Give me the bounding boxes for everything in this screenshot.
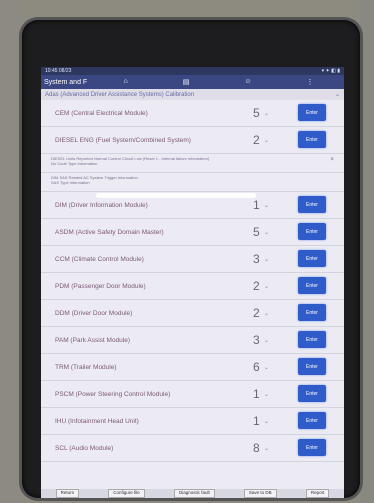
return-button[interactable]: Return — [55, 489, 80, 498]
enter-button[interactable]: Enter — [298, 412, 326, 429]
info-banner: DIM SAS Related AC System Trigger inform… — [41, 173, 344, 192]
module-count: 2 — [253, 279, 260, 293]
enter-button[interactable]: Enter — [298, 277, 326, 294]
chevron-down-icon[interactable]: ⌄ — [264, 137, 269, 144]
bottom-toolbar: Return Configure file Diagnostic fault S… — [41, 489, 344, 498]
module-label: SCL (Audio Module) — [55, 444, 114, 452]
home-icon[interactable]: ⌂ — [123, 78, 127, 86]
module-row[interactable]: PAM (Park Assist Module) 3 ⌄ Enter — [41, 327, 344, 354]
info-line: SAS Type information — [51, 180, 90, 185]
document-icon[interactable]: ▤ — [183, 78, 190, 86]
module-row[interactable]: CEM (Central Electrical Module) 5 ⌄ Ente… — [41, 100, 344, 127]
status-icons: ▾ ✦ ◧ ▮ — [321, 68, 340, 74]
status-bar: 10:45 08/23 ▾ ✦ ◧ ▮ — [41, 67, 344, 75]
module-row[interactable]: IHU (Infotainment Head Unit) 1 ⌄ Enter — [41, 408, 344, 435]
photo-background-left — [0, 0, 22, 503]
module-row[interactable]: TRM (Trailer Module) 6 ⌄ Enter — [41, 354, 344, 381]
section-header[interactable]: Adas (Advanced Driver Assistance Systems… — [41, 89, 344, 100]
module-label: DDM (Driver Door Module) — [55, 309, 133, 317]
configure-file-button[interactable]: Configure file — [108, 489, 145, 498]
chevron-down-icon[interactable]: ⌄ — [264, 310, 269, 317]
chevron-down-icon[interactable]: ⌄ — [264, 418, 269, 425]
enter-button[interactable]: Enter — [298, 331, 326, 348]
chevron-down-icon[interactable]: ⌄ — [264, 202, 269, 209]
module-row[interactable]: PDM (Passenger Door Module) 2 ⌄ Enter — [41, 273, 344, 300]
chevron-down-icon[interactable]: ⌄ — [264, 445, 269, 452]
module-count: 2 — [253, 133, 260, 147]
info-banner: DIESEL Units Reported Normal Control Cir… — [41, 154, 344, 173]
module-label: CEM (Central Electrical Module) — [55, 109, 148, 117]
person-icon[interactable]: ☺ — [244, 78, 251, 86]
screen-glare — [96, 193, 256, 198]
enter-button[interactable]: Enter — [298, 131, 326, 148]
chevron-down-icon[interactable]: ⌄ — [335, 91, 340, 98]
module-label: PAM (Park Assist Module) — [55, 336, 131, 344]
module-row[interactable]: SCL (Audio Module) 8 ⌄ Enter — [41, 435, 344, 462]
chevron-down-icon[interactable]: ⌄ — [264, 364, 269, 371]
module-count: 5 — [253, 106, 260, 120]
module-label: IHU (Infotainment Head Unit) — [55, 417, 139, 425]
module-label: PDM (Passenger Door Module) — [55, 282, 146, 290]
module-label: ASDM (Active Safety Domain Master) — [55, 228, 164, 236]
chevron-down-icon[interactable]: ⌄ — [264, 337, 269, 344]
enter-button[interactable]: Enter — [298, 250, 326, 267]
photo-background-right — [360, 0, 374, 503]
app-title: System and F — [44, 78, 88, 86]
module-row[interactable]: DIESEL ENG (Fuel System/Combined System)… — [41, 127, 344, 154]
chevron-down-icon[interactable]: ⌄ — [264, 283, 269, 290]
enter-button[interactable]: Enter — [298, 196, 326, 213]
app-bar: System and F ⌂ ▤ ☺ ⋮ — [41, 75, 344, 89]
module-count: 1 — [253, 387, 260, 401]
module-count: 5 — [253, 225, 260, 239]
module-count: 6 — [253, 360, 260, 374]
report-button[interactable]: Report — [305, 489, 330, 498]
enter-button[interactable]: Enter — [298, 223, 326, 240]
enter-button[interactable]: Enter — [298, 385, 326, 402]
chevron-down-icon[interactable]: ⌄ — [264, 391, 269, 398]
chevron-down-icon[interactable]: ⌄ — [264, 256, 269, 263]
module-label: DIESEL ENG (Fuel System/Combined System) — [55, 136, 191, 144]
module-label: CCM (Climate Control Module) — [55, 255, 144, 263]
module-label: DIM (Driver Information Module) — [55, 201, 148, 209]
module-count: 3 — [253, 333, 260, 347]
module-row[interactable]: CCM (Climate Control Module) 3 ⌄ Enter — [41, 246, 344, 273]
tablet-screen: 10:45 08/23 ▾ ✦ ◧ ▮ System and F ⌂ ▤ ☺ ⋮… — [41, 67, 344, 498]
status-time: 10:45 08/23 — [45, 68, 72, 74]
module-row[interactable]: ASDM (Active Safety Domain Master) 5 ⌄ E… — [41, 219, 344, 246]
chevron-down-icon[interactable]: ⌄ — [264, 110, 269, 117]
enter-button[interactable]: Enter — [298, 439, 326, 456]
enter-button[interactable]: Enter — [298, 304, 326, 321]
close-icon[interactable]: × — [330, 157, 334, 163]
module-count: 1 — [253, 414, 260, 428]
module-count: 3 — [253, 252, 260, 266]
module-row[interactable]: DDM (Driver Door Module) 2 ⌄ Enter — [41, 300, 344, 327]
module-count: 1 — [253, 198, 260, 212]
module-label: PSCM (Power Steering Control Module) — [55, 390, 171, 398]
chevron-down-icon[interactable]: ⌄ — [264, 229, 269, 236]
module-count: 8 — [253, 441, 260, 455]
diagnostic-fault-button[interactable]: Diagnostic fault — [173, 489, 215, 498]
menu-icon[interactable]: ⋮ — [306, 78, 313, 86]
enter-button[interactable]: Enter — [298, 104, 326, 121]
module-row[interactable]: PSCM (Power Steering Control Module) 1 ⌄… — [41, 381, 344, 408]
module-count: 2 — [253, 306, 260, 320]
module-label: TRM (Trailer Module) — [55, 363, 117, 371]
info-line: No Code Type information — [51, 161, 98, 166]
section-title: Adas (Advanced Driver Assistance Systems… — [45, 91, 195, 98]
app-bar-icons: ⌂ ▤ ☺ ⋮ — [96, 78, 341, 86]
save-button[interactable]: Save to DB — [243, 489, 277, 498]
enter-button[interactable]: Enter — [298, 358, 326, 375]
